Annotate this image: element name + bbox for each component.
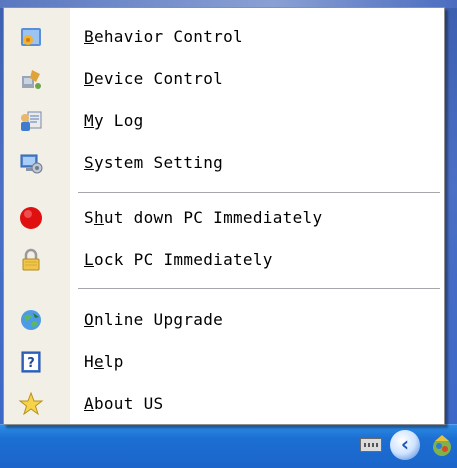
menu-item-label: ut down PC Immediately (103, 208, 323, 227)
my-log-icon (21, 111, 42, 131)
behavior-control-icon (21, 28, 41, 46)
online-upgrade-icon (21, 310, 41, 330)
mnemonic-key: B (84, 27, 94, 46)
svg-text:?: ? (27, 356, 35, 371)
menu-item-lock-pc[interactable]: Lock PC Immediately (4, 239, 444, 281)
menu-item-label: ehavior Control (93, 27, 243, 46)
mnemonic-key: e (93, 352, 104, 371)
menu-item-label: lp (103, 352, 124, 371)
mnemonic-key: A (84, 394, 94, 413)
menu-item-label: ystem Setting (93, 153, 224, 172)
menu-item-label: bout US (93, 394, 164, 413)
mnemonic-key: O (84, 310, 94, 329)
menu-item-behavior-control[interactable]: Behavior Control (4, 16, 444, 58)
menu-item-label: nline Upgrade (93, 310, 224, 329)
menu-item-label-prefix: H (84, 352, 94, 371)
about-icon (18, 391, 44, 416)
lock-icon (22, 248, 40, 271)
mnemonic-key: S (84, 153, 94, 172)
menu-item-label-prefix: S (84, 208, 94, 227)
menu-item-label: evice Control (93, 69, 224, 88)
taskbar: ‹ (0, 424, 457, 468)
keyboard-tray-icon[interactable] (360, 438, 382, 452)
mnemonic-key: D (84, 69, 94, 88)
menu-item-label: ock PC Immediately (93, 250, 273, 269)
app-tray-icon[interactable] (430, 433, 454, 459)
menu-separator (78, 288, 440, 290)
help-icon: ? (21, 351, 41, 373)
shutdown-icon (20, 207, 42, 229)
menu-item-label: y Log (93, 111, 144, 130)
menu-item-shutdown[interactable]: Shut down PC Immediately (4, 197, 444, 239)
menu-item-about-us[interactable]: About US (4, 383, 444, 425)
mnemonic-key: M (84, 111, 94, 130)
tray-context-menu: Behavior Control Device Control My Log S… (3, 7, 445, 425)
menu-item-my-log[interactable]: My Log (4, 100, 444, 142)
show-hidden-icons-chevron-icon[interactable]: ‹ (390, 430, 420, 460)
mnemonic-key: h (93, 208, 104, 227)
menu-separator (78, 192, 440, 194)
menu-item-help[interactable]: ? Help (4, 341, 444, 383)
device-control-icon (22, 70, 41, 89)
menu-item-system-setting[interactable]: System Setting (4, 142, 444, 184)
mnemonic-key: L (84, 250, 94, 269)
system-setting-icon (20, 154, 43, 174)
menu-item-device-control[interactable]: Device Control (4, 58, 444, 100)
menu-item-online-upgrade[interactable]: Online Upgrade (4, 299, 444, 341)
